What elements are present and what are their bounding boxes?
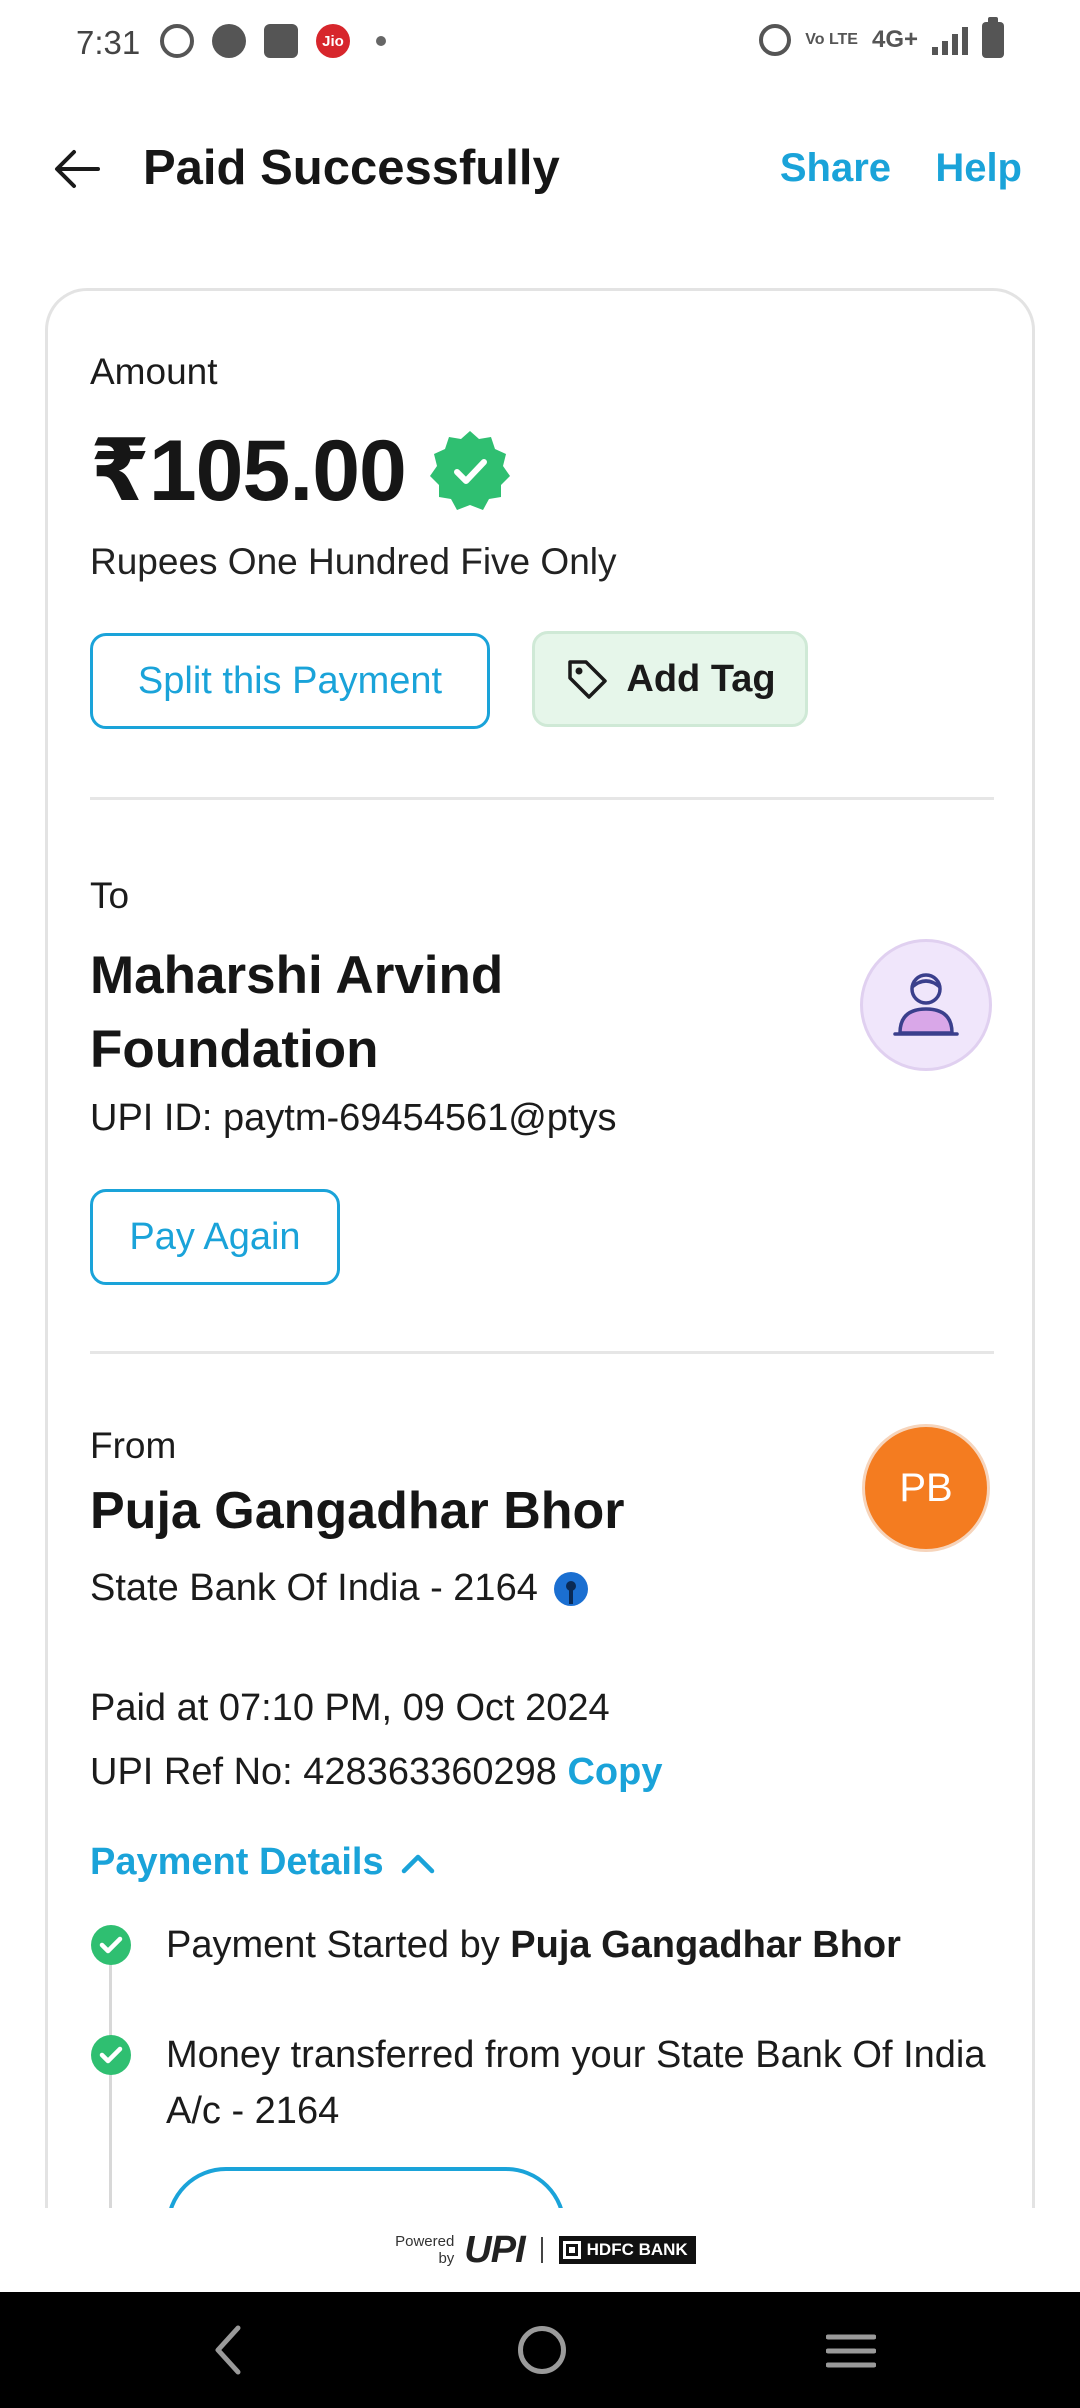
volte-icon: Vo LTE	[805, 31, 858, 48]
system-icons: Vo LTE 4G+	[759, 17, 1004, 58]
add-tag-button[interactable]: Add Tag	[532, 631, 808, 727]
payment-details-toggle[interactable]: Payment Details	[90, 1841, 438, 1884]
sbi-logo-icon	[553, 1571, 588, 1606]
amount-value: ₹105.00	[90, 423, 407, 519]
step-complete-icon	[91, 2035, 131, 2075]
timeline-step: Payment Started by Puja Gangadhar Bhor	[166, 1924, 901, 1966]
alarm-icon	[759, 24, 792, 56]
amount-in-words: Rupees One Hundred Five Only	[90, 541, 617, 582]
tag-icon	[568, 660, 608, 699]
nav-menu-icon[interactable]	[826, 2332, 876, 2370]
step-complete-icon	[91, 1925, 131, 1965]
copy-ref-button[interactable]: Copy	[567, 1751, 662, 1793]
hdfc-logo-icon	[562, 2241, 581, 2259]
page-title: Paid Successfully	[143, 141, 560, 195]
payee-avatar[interactable]	[860, 939, 992, 1071]
from-label: From	[90, 1425, 177, 1466]
payer-bank-row: State Bank Of India - 2164	[90, 1567, 590, 1610]
payer-avatar: PB	[862, 1424, 990, 1552]
amount-label: Amount	[90, 351, 218, 392]
signal-icon	[932, 25, 968, 55]
back-arrow-icon[interactable]	[50, 142, 104, 196]
upi-ref-row: UPI Ref No: 428363360298 Copy	[90, 1751, 662, 1794]
hdfc-bank-logo: HDFC BANK	[558, 2236, 696, 2264]
status-bar: 7:31 Jio Vo LTE 4G+	[0, 0, 1080, 90]
share-button[interactable]: Share	[780, 146, 891, 191]
powered-by-label: Powered by	[395, 2233, 455, 2267]
payment-receipt-card: Amount ₹105.00 Rupees One Hundred Five O…	[45, 288, 1035, 2288]
paid-at-timestamp: Paid at 07:10 PM, 09 Oct 2024	[90, 1687, 610, 1729]
notification-icons: Jio	[160, 24, 386, 58]
payment-details-label: Payment Details	[90, 1841, 384, 1883]
divider	[90, 1351, 994, 1354]
more-notifications-dot	[376, 36, 386, 46]
status-time: 7:31	[76, 24, 141, 61]
add-tag-label: Add Tag	[626, 657, 776, 700]
verified-badge-icon	[429, 431, 510, 510]
payee-upi-id: UPI ID: paytm-69454561@ptys	[90, 1097, 617, 1139]
battery-icon	[982, 17, 1004, 58]
payee-name: Maharshi Arvind Foundation	[90, 946, 504, 1079]
mail-icon	[264, 24, 298, 58]
timeline-step: Money transferred from your State Bank O…	[166, 2034, 986, 2132]
upi-logo: UPI	[464, 2228, 525, 2271]
system-nav-bar	[0, 2292, 1080, 2408]
amount-row: ₹105.00	[90, 421, 512, 521]
help-button[interactable]: Help	[935, 146, 1022, 191]
jio-icon: Jio	[316, 24, 350, 58]
to-label: To	[90, 875, 130, 916]
divider	[540, 2237, 543, 2263]
powered-by-footer: Powered by UPI HDFC BANK	[0, 2208, 1080, 2292]
nav-back-icon[interactable]	[204, 2322, 254, 2378]
nav-home-icon[interactable]	[518, 2326, 566, 2374]
divider	[90, 797, 994, 800]
step-actor: Puja Gangadhar Bhor	[510, 1924, 901, 1966]
chevron-up-icon	[401, 1854, 434, 1873]
pay-again-button[interactable]: Pay Again	[90, 1189, 340, 1285]
person-icon	[893, 973, 959, 1036]
payer-bank: State Bank Of India - 2164	[90, 1567, 538, 1609]
payer-name: Puja Gangadhar Bhor	[90, 1482, 625, 1540]
upi-ref-number: UPI Ref No: 428363360298	[90, 1751, 557, 1793]
app-header: Paid Successfully Share Help	[0, 120, 1080, 220]
gauge-icon	[212, 24, 246, 58]
whatsapp-icon	[160, 24, 194, 58]
split-payment-button[interactable]: Split this Payment	[90, 633, 490, 729]
network-type: 4G+	[871, 26, 918, 53]
